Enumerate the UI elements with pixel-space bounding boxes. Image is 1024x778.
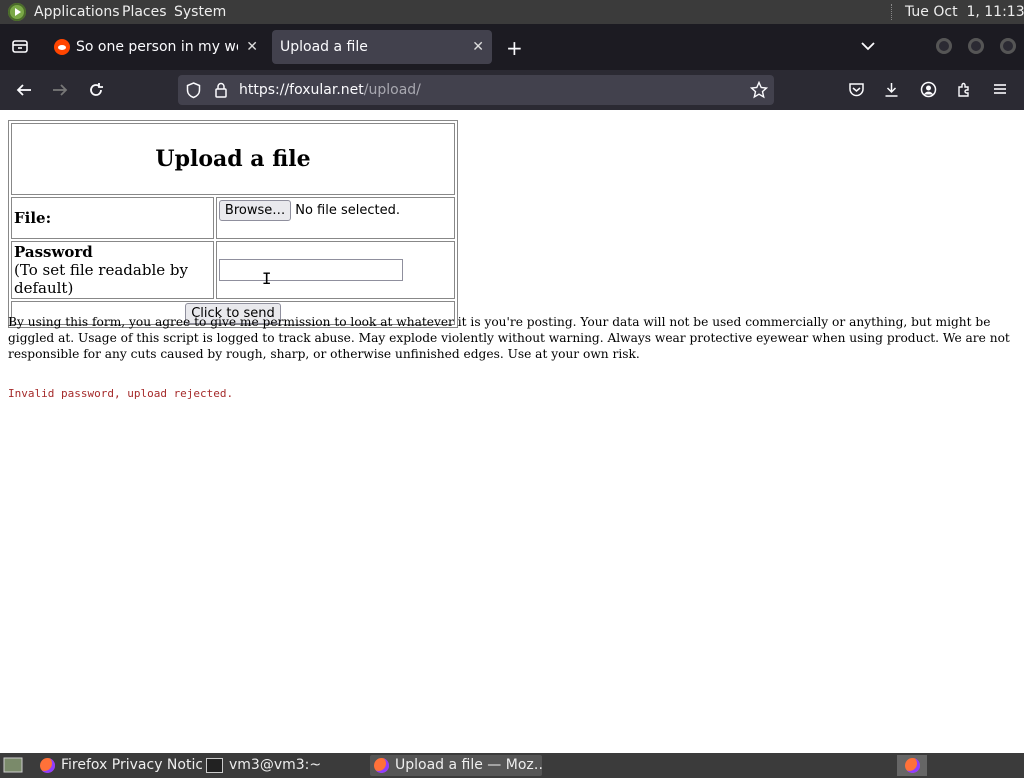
close-tab-icon[interactable]: ✕ <box>472 30 484 64</box>
password-hint: (To set file readable by default) <box>14 261 188 297</box>
nav-toolbar: https://foxular.net/upload/ <box>0 70 1024 110</box>
firefox-icon <box>374 757 389 773</box>
bookmark-star-icon[interactable] <box>749 80 769 103</box>
taskbar-item-terminal[interactable]: vm3@vm3:~ <box>206 755 366 776</box>
tab-reddit[interactable]: So one person in my workpl ✕ <box>46 30 266 64</box>
back-icon[interactable] <box>15 81 33 103</box>
taskbar-item-label: Firefox Privacy Notic… <box>61 757 202 773</box>
browse-button[interactable]: Browse… <box>218 200 292 221</box>
password-label-cell: Password (To set file readable by defaul… <box>11 241 214 299</box>
workspace-switcher[interactable] <box>897 755 927 776</box>
close-window-icon[interactable] <box>1000 38 1016 54</box>
file-status: No file selected. <box>295 203 400 218</box>
taskbar-item-label: Upload a file — Moz… <box>395 757 542 773</box>
file-label: File: <box>11 197 214 239</box>
password-cell: I <box>215 241 455 299</box>
page-title: Upload a file <box>155 146 311 172</box>
password-input[interactable]: I <box>218 259 403 288</box>
maximize-window-icon[interactable] <box>968 38 984 54</box>
list-tabs-icon[interactable] <box>860 38 876 58</box>
top-panel: Applications Places System Tue Oct 1, 11… <box>0 0 1024 24</box>
panel-separator <box>891 4 894 20</box>
taskbar-item-label: vm3@vm3:~ <box>229 757 322 773</box>
disclaimer-text: By using this form, you agree to give me… <box>8 315 1010 361</box>
clock[interactable]: Tue Oct 1, 11:13 PM <box>905 0 1024 24</box>
forward-icon[interactable] <box>51 81 69 103</box>
taskbar-item-firefox-privacy[interactable]: Firefox Privacy Notic… <box>38 755 202 776</box>
url-bar[interactable]: https://foxular.net/upload/ <box>178 75 774 105</box>
reload-icon[interactable] <box>87 81 105 103</box>
system-menu[interactable]: System <box>174 0 226 24</box>
taskbar: Firefox Privacy Notic… vm3@vm3:~ Upload … <box>0 753 1024 778</box>
show-desktop-icon[interactable] <box>3 757 23 777</box>
url-path: /upload/ <box>363 82 421 98</box>
close-tab-icon[interactable]: ✕ <box>246 30 258 64</box>
error-message: Invalid password, upload rejected. <box>8 387 234 400</box>
taskbar-item-upload-a-file[interactable]: Upload a file — Moz… <box>370 755 542 776</box>
heading-cell: Upload a file <box>11 123 455 195</box>
extensions-icon[interactable] <box>956 81 973 102</box>
tab-title: Upload a file <box>280 39 368 55</box>
new-tab-icon[interactable]: + <box>506 36 523 60</box>
hamburger-menu-icon[interactable] <box>992 81 1008 101</box>
applications-menu[interactable]: Applications <box>34 0 120 24</box>
file-cell: Browse… No file selected. <box>215 197 455 239</box>
tab-strip: So one person in my workpl ✕ Upload a fi… <box>0 24 1024 70</box>
places-menu[interactable]: Places <box>122 0 167 24</box>
password-label: Password <box>14 243 93 261</box>
upload-form: Upload a file File: Browse… No file selec… <box>8 120 458 328</box>
url-host: https://foxular.net <box>239 82 364 98</box>
minimize-window-icon[interactable] <box>936 38 952 54</box>
account-icon[interactable] <box>920 81 937 102</box>
downloads-icon[interactable] <box>883 81 900 102</box>
tracking-protection-shield-icon[interactable] <box>185 81 202 103</box>
distro-logo-icon[interactable] <box>8 3 26 21</box>
pocket-icon[interactable] <box>848 81 865 102</box>
reddit-icon <box>54 39 70 55</box>
firefox-icon <box>904 757 920 773</box>
url-text[interactable]: https://foxular.net/upload/ <box>239 75 421 105</box>
terminal-icon <box>206 757 223 773</box>
firefox-icon <box>40 757 55 773</box>
lock-icon[interactable] <box>214 81 228 103</box>
tab-upload-a-file[interactable]: Upload a file ✕ <box>272 30 492 64</box>
page-content: Upload a file File: Browse… No file selec… <box>0 110 1024 753</box>
tab-overview-icon[interactable] <box>11 37 29 59</box>
text-cursor-icon: I <box>261 269 272 288</box>
tab-title: So one person in my workpl <box>76 39 238 55</box>
